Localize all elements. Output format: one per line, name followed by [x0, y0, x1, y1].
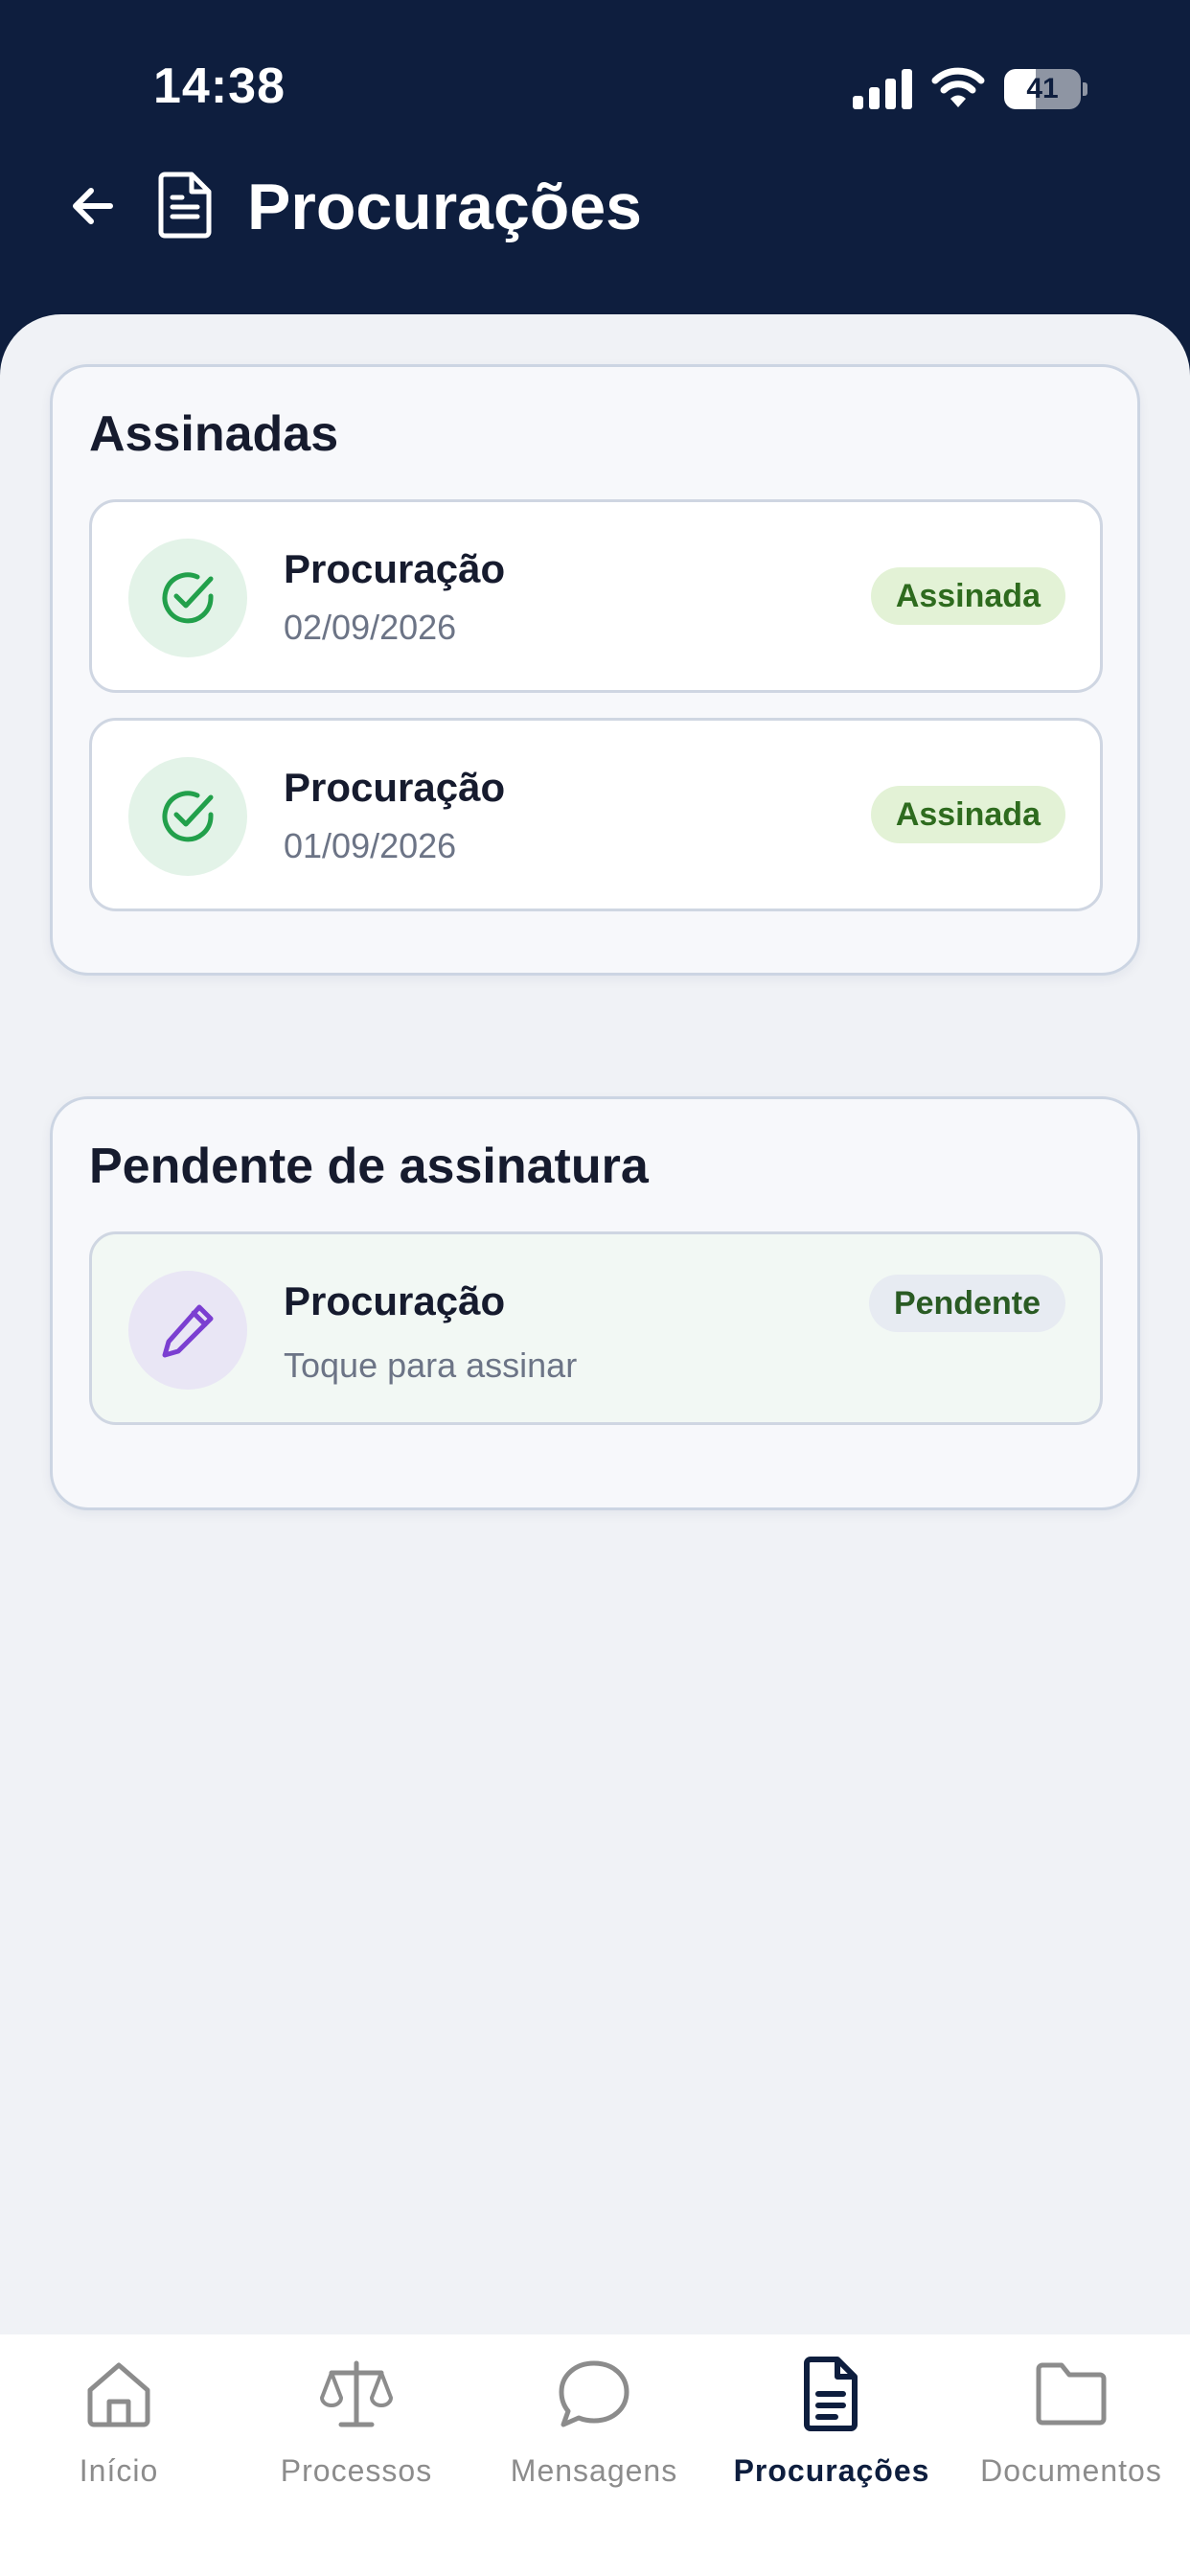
nav-bar: Procurações: [0, 153, 1190, 259]
back-button[interactable]: [59, 172, 126, 240]
cellular-signal-icon: [853, 69, 912, 109]
tab-procuracoes[interactable]: Procurações: [713, 2356, 950, 2509]
status-badge: Assinada: [870, 567, 1065, 625]
document-icon: [158, 172, 212, 239]
document-icon: [804, 2357, 858, 2431]
pencil-icon: [162, 1304, 214, 1358]
chat-bubble-icon: [559, 2360, 629, 2427]
section-title-pending: Pendente de assinatura: [89, 1138, 649, 1194]
tab-documentos[interactable]: Documentos: [952, 2356, 1190, 2509]
page-title: Procurações: [247, 171, 642, 243]
arrow-left-icon: [73, 188, 113, 224]
signed-icon-circle: [128, 539, 247, 657]
home-icon: [87, 2362, 150, 2427]
screen: 14:38 41 Procurações Assinadas Procuraçã…: [0, 0, 1190, 2576]
pending-icon-circle: [128, 1271, 247, 1390]
tab-label: Início: [79, 2453, 159, 2488]
signed-icon-circle: [128, 757, 247, 876]
status-time: 14:38: [153, 58, 286, 114]
status-badge: Pendente: [868, 1275, 1065, 1332]
signed-item[interactable]: Procuração 02/09/2026 Assinada: [89, 499, 1103, 693]
item-date: 02/09/2026: [284, 608, 457, 647]
item-title: Procuração: [284, 1278, 506, 1323]
item-title: Procuração: [284, 546, 506, 591]
signed-item[interactable]: Procuração 01/09/2026 Assinada: [89, 718, 1103, 911]
tab-label: Processos: [280, 2453, 433, 2488]
battery-tip: [1083, 82, 1087, 96]
folder-icon: [1036, 2362, 1107, 2426]
battery-body: 41: [1004, 69, 1081, 109]
bottom-nav: Início Processos Mensagens Procurações D…: [0, 2334, 1190, 2576]
scale-icon: [320, 2360, 393, 2427]
pending-section: Pendente de assinatura Procuração Toque …: [50, 1096, 1140, 1510]
check-circle-icon: [162, 572, 214, 624]
signed-section: Assinadas Procuração 02/09/2026 Assinada: [50, 364, 1140, 976]
section-title-signed: Assinadas: [89, 406, 339, 462]
tab-mensagens[interactable]: Mensagens: [475, 2356, 713, 2509]
pending-item[interactable]: Procuração Toque para assinar Pendente: [89, 1231, 1103, 1425]
status-badge: Assinada: [870, 786, 1065, 843]
content-sheet: Assinadas Procuração 02/09/2026 Assinada: [0, 314, 1190, 2576]
battery-level: 41: [1026, 73, 1059, 104]
item-title: Procuração: [284, 765, 506, 810]
battery-icon: 41: [1004, 69, 1088, 109]
tab-label: Documentos: [980, 2453, 1162, 2488]
tab-inicio[interactable]: Início: [0, 2356, 238, 2509]
check-circle-icon: [162, 791, 214, 842]
tab-processos[interactable]: Processos: [238, 2356, 475, 2509]
wifi-icon: [931, 67, 985, 107]
item-subtitle: Toque para assinar: [284, 1346, 578, 1385]
tab-label: Mensagens: [510, 2453, 678, 2488]
item-date: 01/09/2026: [284, 826, 457, 865]
tab-label: Procurações: [733, 2453, 930, 2488]
